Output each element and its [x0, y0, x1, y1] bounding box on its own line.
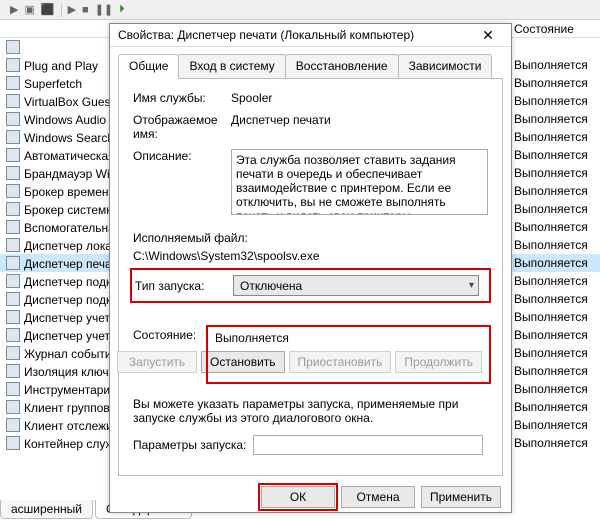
service-state-cell: Выполняется: [510, 112, 600, 126]
value-description[interactable]: Эта служба позволяет ставить задания печ…: [231, 149, 488, 215]
service-state-cell: Выполняется: [510, 166, 600, 180]
service-state-cell: Выполняется: [510, 274, 600, 288]
label-state: Состояние:: [133, 328, 209, 342]
cancel-button[interactable]: Отмена: [341, 486, 415, 508]
tab-general[interactable]: Общие: [118, 54, 179, 79]
dialog-title: Свойства: Диспетчер печати (Локальный ко…: [118, 28, 473, 42]
ok-button[interactable]: ОК: [261, 486, 335, 508]
pause-button: Приостановить: [289, 351, 392, 373]
service-state-cell: Выполняется: [510, 184, 600, 198]
service-state-cell: Выполняется: [510, 382, 600, 396]
toolbar-pause-icon[interactable]: ❚❚: [95, 3, 113, 16]
service-state-cell: Выполняется: [510, 202, 600, 216]
params-note: Вы можете указать параметры запуска, при…: [133, 397, 488, 425]
toolbar-stop-icon[interactable]: ■: [82, 4, 89, 16]
label-exe: Исполняемый файл:: [133, 231, 488, 245]
service-state-cell: Выполняется: [510, 220, 600, 234]
service-state-cell: Выполняется: [510, 58, 600, 72]
service-properties-dialog: Свойства: Диспетчер печати (Локальный ко…: [109, 23, 512, 513]
startup-params-input[interactable]: [253, 435, 483, 455]
service-state-cell: Выполняется: [510, 310, 600, 324]
tab-depends[interactable]: Зависимости: [398, 54, 493, 79]
tab-logon[interactable]: Вход в систему: [178, 54, 285, 79]
close-icon[interactable]: ✕: [473, 24, 503, 46]
stop-button[interactable]: Остановить: [201, 351, 285, 373]
service-state-cell: Выполняется: [510, 400, 600, 414]
toolbar-play-icon[interactable]: ▶: [68, 3, 76, 16]
service-state-cell: Выполняется: [510, 148, 600, 162]
service-state-cell: Выполняется: [510, 346, 600, 360]
tab-general-body: Имя службы: Spooler Отображаемое имя: Ди…: [118, 78, 503, 476]
value-state: Выполняется: [215, 331, 482, 345]
dialog-buttons: ОК Отмена Применить: [110, 476, 511, 518]
toolbar-icon[interactable]: ⬛: [41, 3, 55, 16]
chevron-down-icon: ▾: [469, 280, 474, 291]
apply-button[interactable]: Применить: [421, 486, 501, 508]
start-button: Запустить: [117, 351, 197, 373]
label-description: Описание:: [133, 149, 231, 215]
resume-button: Продолжить: [395, 351, 482, 373]
service-state-cell: Выполняется: [510, 292, 600, 306]
tab-extended[interactable]: асширенный: [0, 500, 93, 519]
service-state-cell: Выполняется: [510, 238, 600, 252]
toolbar-icon[interactable]: ▶: [10, 3, 18, 16]
dialog-titlebar: Свойства: Диспетчер печати (Локальный ко…: [110, 24, 511, 47]
service-state-cell: Выполняется: [510, 76, 600, 90]
label-display-name: Отображаемое имя:: [133, 113, 231, 141]
value-display-name: Диспетчер печати: [231, 113, 488, 141]
label-params: Параметры запуска:: [133, 438, 253, 452]
value-exe-path: C:\Windows\System32\spoolsv.exe: [133, 249, 488, 263]
label-startup-type: Тип запуска:: [135, 279, 233, 293]
toolbar-icon[interactable]: ▣: [24, 3, 34, 16]
service-state-cell: Выполняется: [510, 94, 600, 108]
service-state-cell: Выполняется: [510, 364, 600, 378]
startup-type-select[interactable]: Отключена ▾: [233, 275, 479, 296]
label-service-name: Имя службы:: [133, 91, 231, 105]
service-state-cell: Выполняется: [510, 328, 600, 342]
startup-type-value: Отключена: [240, 279, 302, 293]
toolbar-restart-icon[interactable]: ⏵: [119, 3, 125, 16]
toolbar: ▶ ▣ ⬛ ▶ ■ ❚❚ ⏵: [0, 0, 600, 20]
col-state-header[interactable]: Состояние: [510, 22, 600, 36]
service-state-cell: Выполняется: [510, 418, 600, 432]
dialog-tabs: Общие Вход в систему Восстановление Зави…: [110, 47, 511, 78]
value-service-name: Spooler: [231, 91, 488, 105]
tab-recovery[interactable]: Восстановление: [285, 54, 399, 79]
service-state-cell: Выполняется: [510, 130, 600, 144]
service-state-cell: Выполняется: [510, 256, 600, 270]
service-state-cell: Выполняется: [510, 436, 600, 450]
